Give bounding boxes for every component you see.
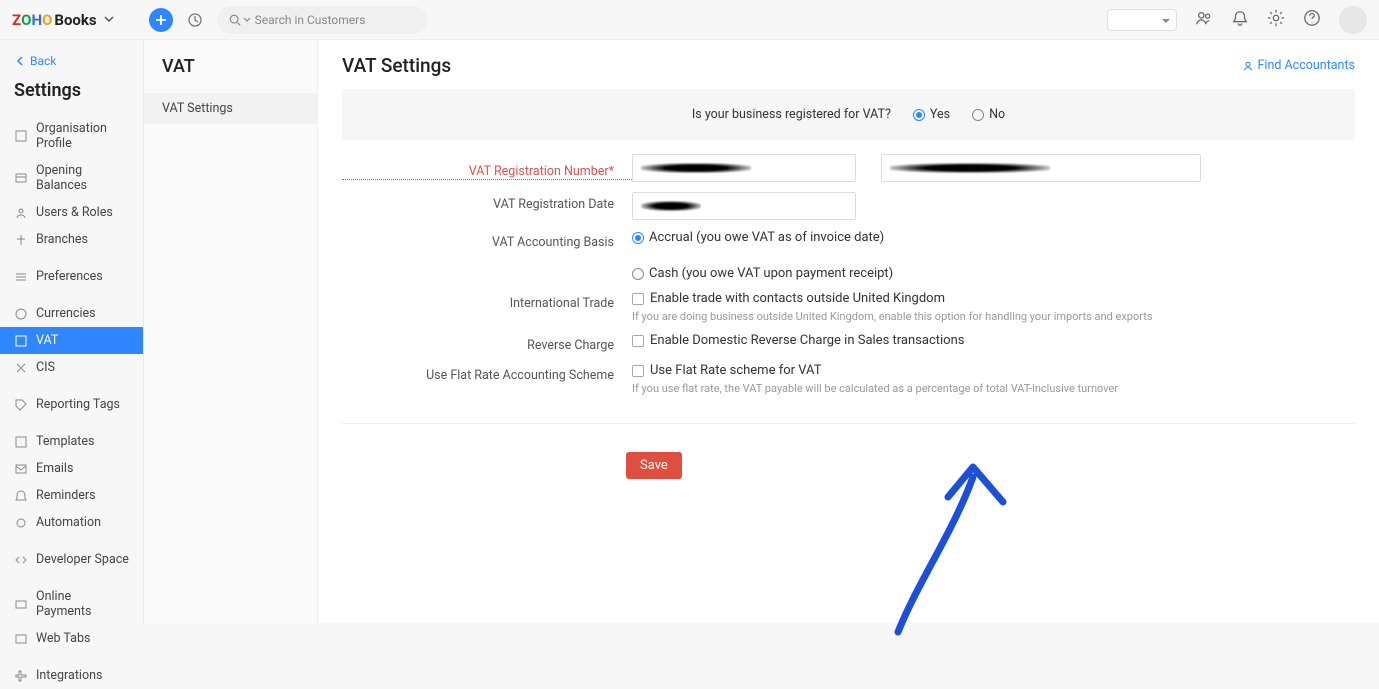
label-vat-reg-date: VAT Registration Date (342, 192, 632, 212)
vat-registered-panel: Is your business registered for VAT? Yes… (342, 89, 1355, 140)
sidebar-item-reporting-tags[interactable]: Reporting Tags (0, 391, 143, 418)
sidebar-item-emails[interactable]: Emails (0, 455, 143, 482)
sidebar-item-online-payments[interactable]: Online Payments (0, 583, 143, 625)
sidebar-item-vat[interactable]: VAT (0, 327, 143, 354)
annotation-arrow-icon (858, 422, 1028, 642)
page-title: VAT Settings (342, 54, 451, 77)
checkbox-reverse-charge[interactable]: Enable Domestic Reverse Charge in Sales … (632, 333, 964, 348)
checkbox-flat-rate[interactable]: Use Flat Rate scheme for VAT (632, 363, 821, 378)
recent-history-button[interactable] (183, 8, 207, 32)
vat-registered-question: Is your business registered for VAT? (692, 107, 891, 122)
sidebar-item-automation[interactable]: Automation (0, 509, 143, 536)
label-flat-rate: Use Flat Rate Accounting Scheme (342, 363, 632, 383)
back-link[interactable]: Back (0, 50, 143, 72)
sidebar-item-integrations[interactable]: Integrations (0, 662, 143, 689)
label-reverse-charge: Reverse Charge (342, 333, 632, 353)
sidebar-item-reminders[interactable]: Reminders (0, 482, 143, 509)
sidebar-item-developer-space[interactable]: Developer Space (0, 546, 143, 573)
sidebar-item-users-roles[interactable]: Users & Roles (0, 199, 143, 226)
hint-flat-rate: If you use flat rate, the VAT payable wi… (632, 382, 1355, 395)
help-icon[interactable] (1303, 9, 1321, 31)
search-icon (229, 14, 241, 26)
notifications-icon[interactable] (1231, 9, 1249, 31)
radio-no[interactable]: No (972, 107, 1005, 122)
brand-books: Books (54, 11, 96, 29)
settings-sidebar: Back Settings Organisation Profile Openi… (0, 40, 144, 623)
sidebar-item-templates[interactable]: Templates (0, 428, 143, 455)
sidebar-item-preferences[interactable]: Preferences (0, 263, 143, 290)
radio-accrual[interactable]: Accrual (you owe VAT as of invoice date) (632, 230, 1355, 245)
vat-form: VAT Registration Number* VAT Registratio… (342, 154, 1355, 424)
radio-yes[interactable]: Yes (913, 107, 950, 122)
main-content: VAT Settings Find Accountants Is your bu… (318, 40, 1379, 623)
vat-reg-number-input-2[interactable] (881, 154, 1201, 182)
user-avatar[interactable] (1339, 6, 1367, 34)
sidebar-item-currencies[interactable]: Currencies (0, 300, 143, 327)
app-logo[interactable]: ZOHO Books (12, 11, 115, 29)
org-switcher[interactable] (1107, 9, 1177, 31)
find-accountants-link[interactable]: Find Accountants (1242, 58, 1356, 73)
person-icon (1242, 60, 1254, 72)
sidebar-item-opening-balances[interactable]: Opening Balances (0, 157, 143, 199)
vat-reg-number-input[interactable] (632, 154, 856, 182)
checkbox-intl-trade[interactable]: Enable trade with contacts outside Unite… (632, 291, 945, 306)
label-vat-reg-number: VAT Registration Number* (342, 159, 632, 180)
settings-title: Settings (0, 72, 143, 115)
sidebar-item-branches[interactable]: Branches (0, 226, 143, 253)
sidebar-item-organisation-profile[interactable]: Organisation Profile (0, 115, 143, 157)
search-input[interactable]: Search in Customers (217, 6, 427, 34)
quick-add-button[interactable] (149, 8, 173, 32)
radio-cash[interactable]: Cash (you owe VAT upon payment receipt) (632, 266, 1355, 281)
search-placeholder: Search in Customers (255, 13, 366, 27)
sidebar-item-web-tabs[interactable]: Web Tabs (0, 625, 143, 652)
subnav-title: VAT (144, 40, 317, 93)
refer-icon[interactable] (1195, 9, 1213, 31)
hint-intl-trade: If you are doing business outside United… (632, 310, 1355, 323)
save-button[interactable]: Save (626, 452, 682, 479)
sidebar-item-cis[interactable]: CIS (0, 354, 143, 381)
topbar: ZOHO Books Search in Customers (0, 0, 1379, 40)
settings-gear-icon[interactable] (1267, 9, 1285, 31)
subnav-item-vat-settings[interactable]: VAT Settings (144, 93, 317, 124)
label-vat-basis: VAT Accounting Basis (342, 230, 632, 250)
subnav: VAT VAT Settings (144, 40, 318, 623)
search-scope-caret-icon[interactable] (243, 13, 251, 27)
chevron-down-icon[interactable] (103, 11, 115, 29)
label-intl-trade: International Trade (342, 291, 632, 311)
vat-reg-date-input[interactable] (632, 192, 856, 220)
